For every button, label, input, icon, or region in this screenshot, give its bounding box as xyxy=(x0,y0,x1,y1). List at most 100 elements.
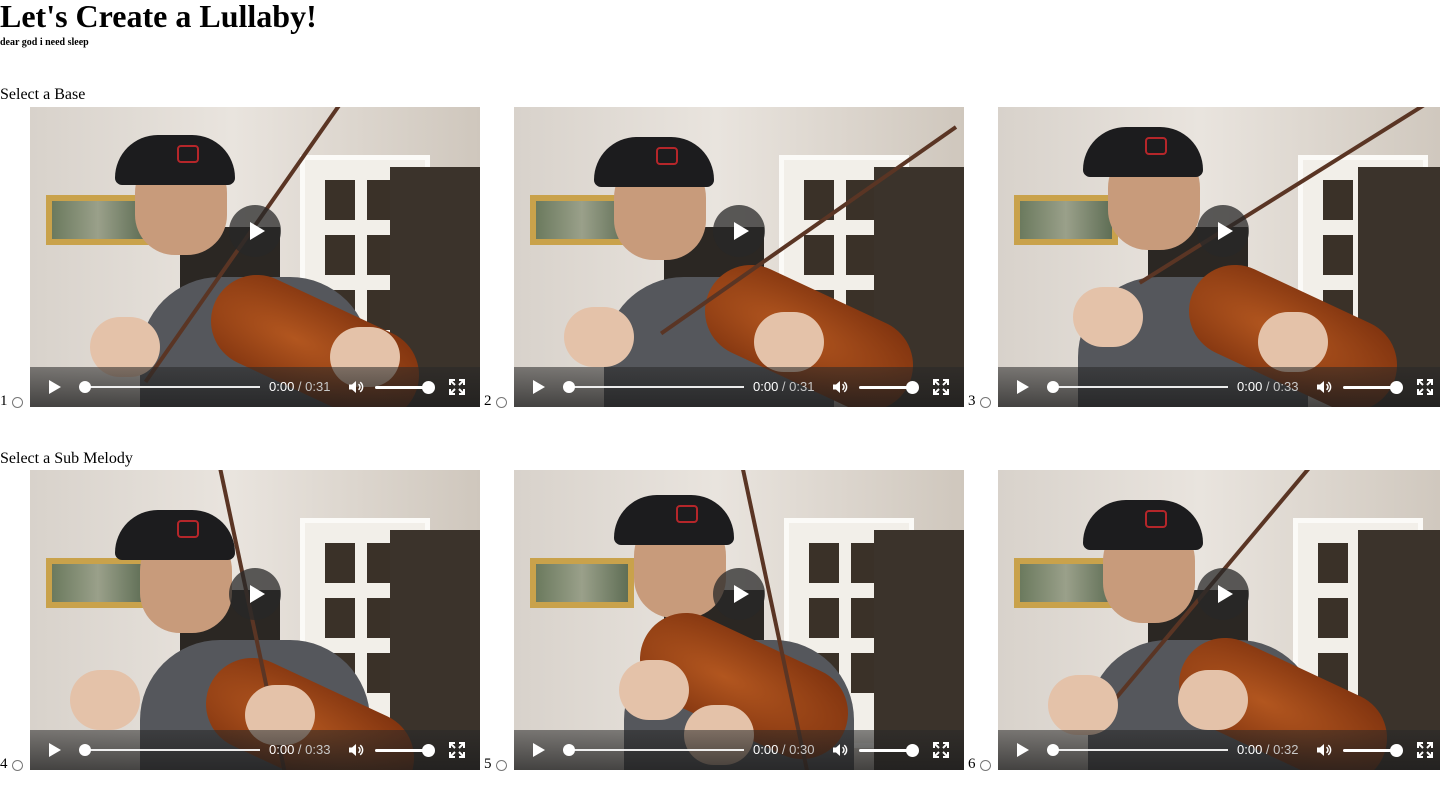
video-player[interactable]: 0:00 / 0:33 xyxy=(30,470,480,770)
option-radio[interactable] xyxy=(12,397,23,408)
current-time: 0:00 xyxy=(1237,379,1263,394)
video-frame xyxy=(514,470,964,770)
seek-bar[interactable] xyxy=(83,386,260,388)
seek-knob[interactable] xyxy=(1047,381,1059,393)
volume-knob[interactable] xyxy=(1390,381,1403,394)
option-radio[interactable] xyxy=(980,760,991,771)
video-controls: 0:00 / 0:33 xyxy=(30,730,480,770)
play-icon[interactable] xyxy=(1017,743,1029,757)
play-icon[interactable] xyxy=(533,743,545,757)
duration: 0:30 xyxy=(789,742,815,757)
seek-bar[interactable] xyxy=(1051,386,1228,388)
current-time: 0:00 xyxy=(269,742,295,757)
fullscreen-icon[interactable] xyxy=(1417,742,1433,758)
seek-bar[interactable] xyxy=(83,749,260,751)
video-controls: 0:00 / 0:32 xyxy=(998,730,1440,770)
volume-icon[interactable] xyxy=(832,379,848,395)
video-player[interactable]: 0:00 / 0:31 xyxy=(514,107,964,407)
video-controls: 0:00 / 0:30 xyxy=(514,730,964,770)
time-separator: / xyxy=(778,379,790,394)
time-separator: / xyxy=(294,742,306,757)
page-title: Let's Create a Lullaby! xyxy=(0,0,317,34)
video-option: 2 0:00 / 0:31 xyxy=(484,107,964,409)
fullscreen-icon[interactable] xyxy=(449,379,465,395)
current-time: 0:00 xyxy=(1237,742,1263,757)
option-number: 1 xyxy=(0,393,8,409)
play-icon[interactable] xyxy=(1197,205,1249,257)
option-number: 5 xyxy=(484,756,492,772)
volume-knob[interactable] xyxy=(906,381,919,394)
option-number: 6 xyxy=(968,756,976,772)
seek-knob[interactable] xyxy=(79,381,91,393)
play-icon[interactable] xyxy=(49,380,61,394)
video-player[interactable]: 0:00 / 0:33 xyxy=(998,107,1440,407)
fullscreen-icon[interactable] xyxy=(933,742,949,758)
option-number: 2 xyxy=(484,393,492,409)
video-controls: 0:00 / 0:33 xyxy=(998,367,1440,407)
seek-bar[interactable] xyxy=(1051,749,1228,751)
fullscreen-icon[interactable] xyxy=(449,742,465,758)
volume-icon[interactable] xyxy=(1316,742,1332,758)
option-number: 3 xyxy=(968,393,976,409)
video-frame xyxy=(514,107,964,407)
volume-knob[interactable] xyxy=(422,381,435,394)
play-icon[interactable] xyxy=(1017,380,1029,394)
volume-knob[interactable] xyxy=(1390,744,1403,757)
option-number: 4 xyxy=(0,756,8,772)
play-icon[interactable] xyxy=(713,568,765,620)
volume-icon[interactable] xyxy=(348,379,364,395)
video-option: 6 0:00 / 0:32 xyxy=(968,470,1440,772)
section-label-base: Select a Base xyxy=(0,86,86,103)
seek-knob[interactable] xyxy=(563,744,575,756)
play-icon[interactable] xyxy=(1197,568,1249,620)
video-controls: 0:00 / 0:31 xyxy=(30,367,480,407)
play-icon[interactable] xyxy=(533,380,545,394)
time-display: 0:00 / 0:31 xyxy=(753,379,814,395)
video-frame xyxy=(30,470,480,770)
time-separator: / xyxy=(778,742,790,757)
video-frame xyxy=(30,107,480,407)
current-time: 0:00 xyxy=(269,379,295,394)
option-radio[interactable] xyxy=(496,397,507,408)
volume-icon[interactable] xyxy=(1316,379,1332,395)
seek-knob[interactable] xyxy=(1047,744,1059,756)
video-controls: 0:00 / 0:31 xyxy=(514,367,964,407)
section-label-sub-melody: Select a Sub Melody xyxy=(0,450,133,467)
time-display: 0:00 / 0:32 xyxy=(1237,742,1298,758)
volume-icon[interactable] xyxy=(832,742,848,758)
volume-knob[interactable] xyxy=(422,744,435,757)
fullscreen-icon[interactable] xyxy=(933,379,949,395)
option-radio[interactable] xyxy=(980,397,991,408)
option-radio[interactable] xyxy=(496,760,507,771)
seek-bar[interactable] xyxy=(567,749,744,751)
current-time: 0:00 xyxy=(753,379,779,394)
play-icon[interactable] xyxy=(713,205,765,257)
video-player[interactable]: 0:00 / 0:31 xyxy=(30,107,480,407)
time-display: 0:00 / 0:33 xyxy=(269,742,330,758)
option-radio[interactable] xyxy=(12,760,23,771)
time-display: 0:00 / 0:31 xyxy=(269,379,330,395)
volume-knob[interactable] xyxy=(906,744,919,757)
time-separator: / xyxy=(294,379,306,394)
current-time: 0:00 xyxy=(753,742,779,757)
play-icon[interactable] xyxy=(49,743,61,757)
video-player[interactable]: 0:00 / 0:32 xyxy=(998,470,1440,770)
time-display: 0:00 / 0:30 xyxy=(753,742,814,758)
volume-icon[interactable] xyxy=(348,742,364,758)
play-icon[interactable] xyxy=(229,205,281,257)
video-player[interactable]: 0:00 / 0:30 xyxy=(514,470,964,770)
play-icon[interactable] xyxy=(229,568,281,620)
seek-knob[interactable] xyxy=(79,744,91,756)
video-option: 1 0:00 / 0:31 xyxy=(0,107,480,409)
duration: 0:32 xyxy=(1273,742,1299,757)
duration: 0:33 xyxy=(305,742,331,757)
video-frame xyxy=(998,470,1440,770)
time-display: 0:00 / 0:33 xyxy=(1237,379,1298,395)
duration: 0:31 xyxy=(789,379,815,394)
fullscreen-icon[interactable] xyxy=(1417,379,1433,395)
duration: 0:33 xyxy=(1273,379,1299,394)
seek-knob[interactable] xyxy=(563,381,575,393)
seek-bar[interactable] xyxy=(567,386,744,388)
page-subtitle: dear god i need sleep xyxy=(0,37,89,48)
video-option: 3 0:00 / 0:33 xyxy=(968,107,1440,409)
